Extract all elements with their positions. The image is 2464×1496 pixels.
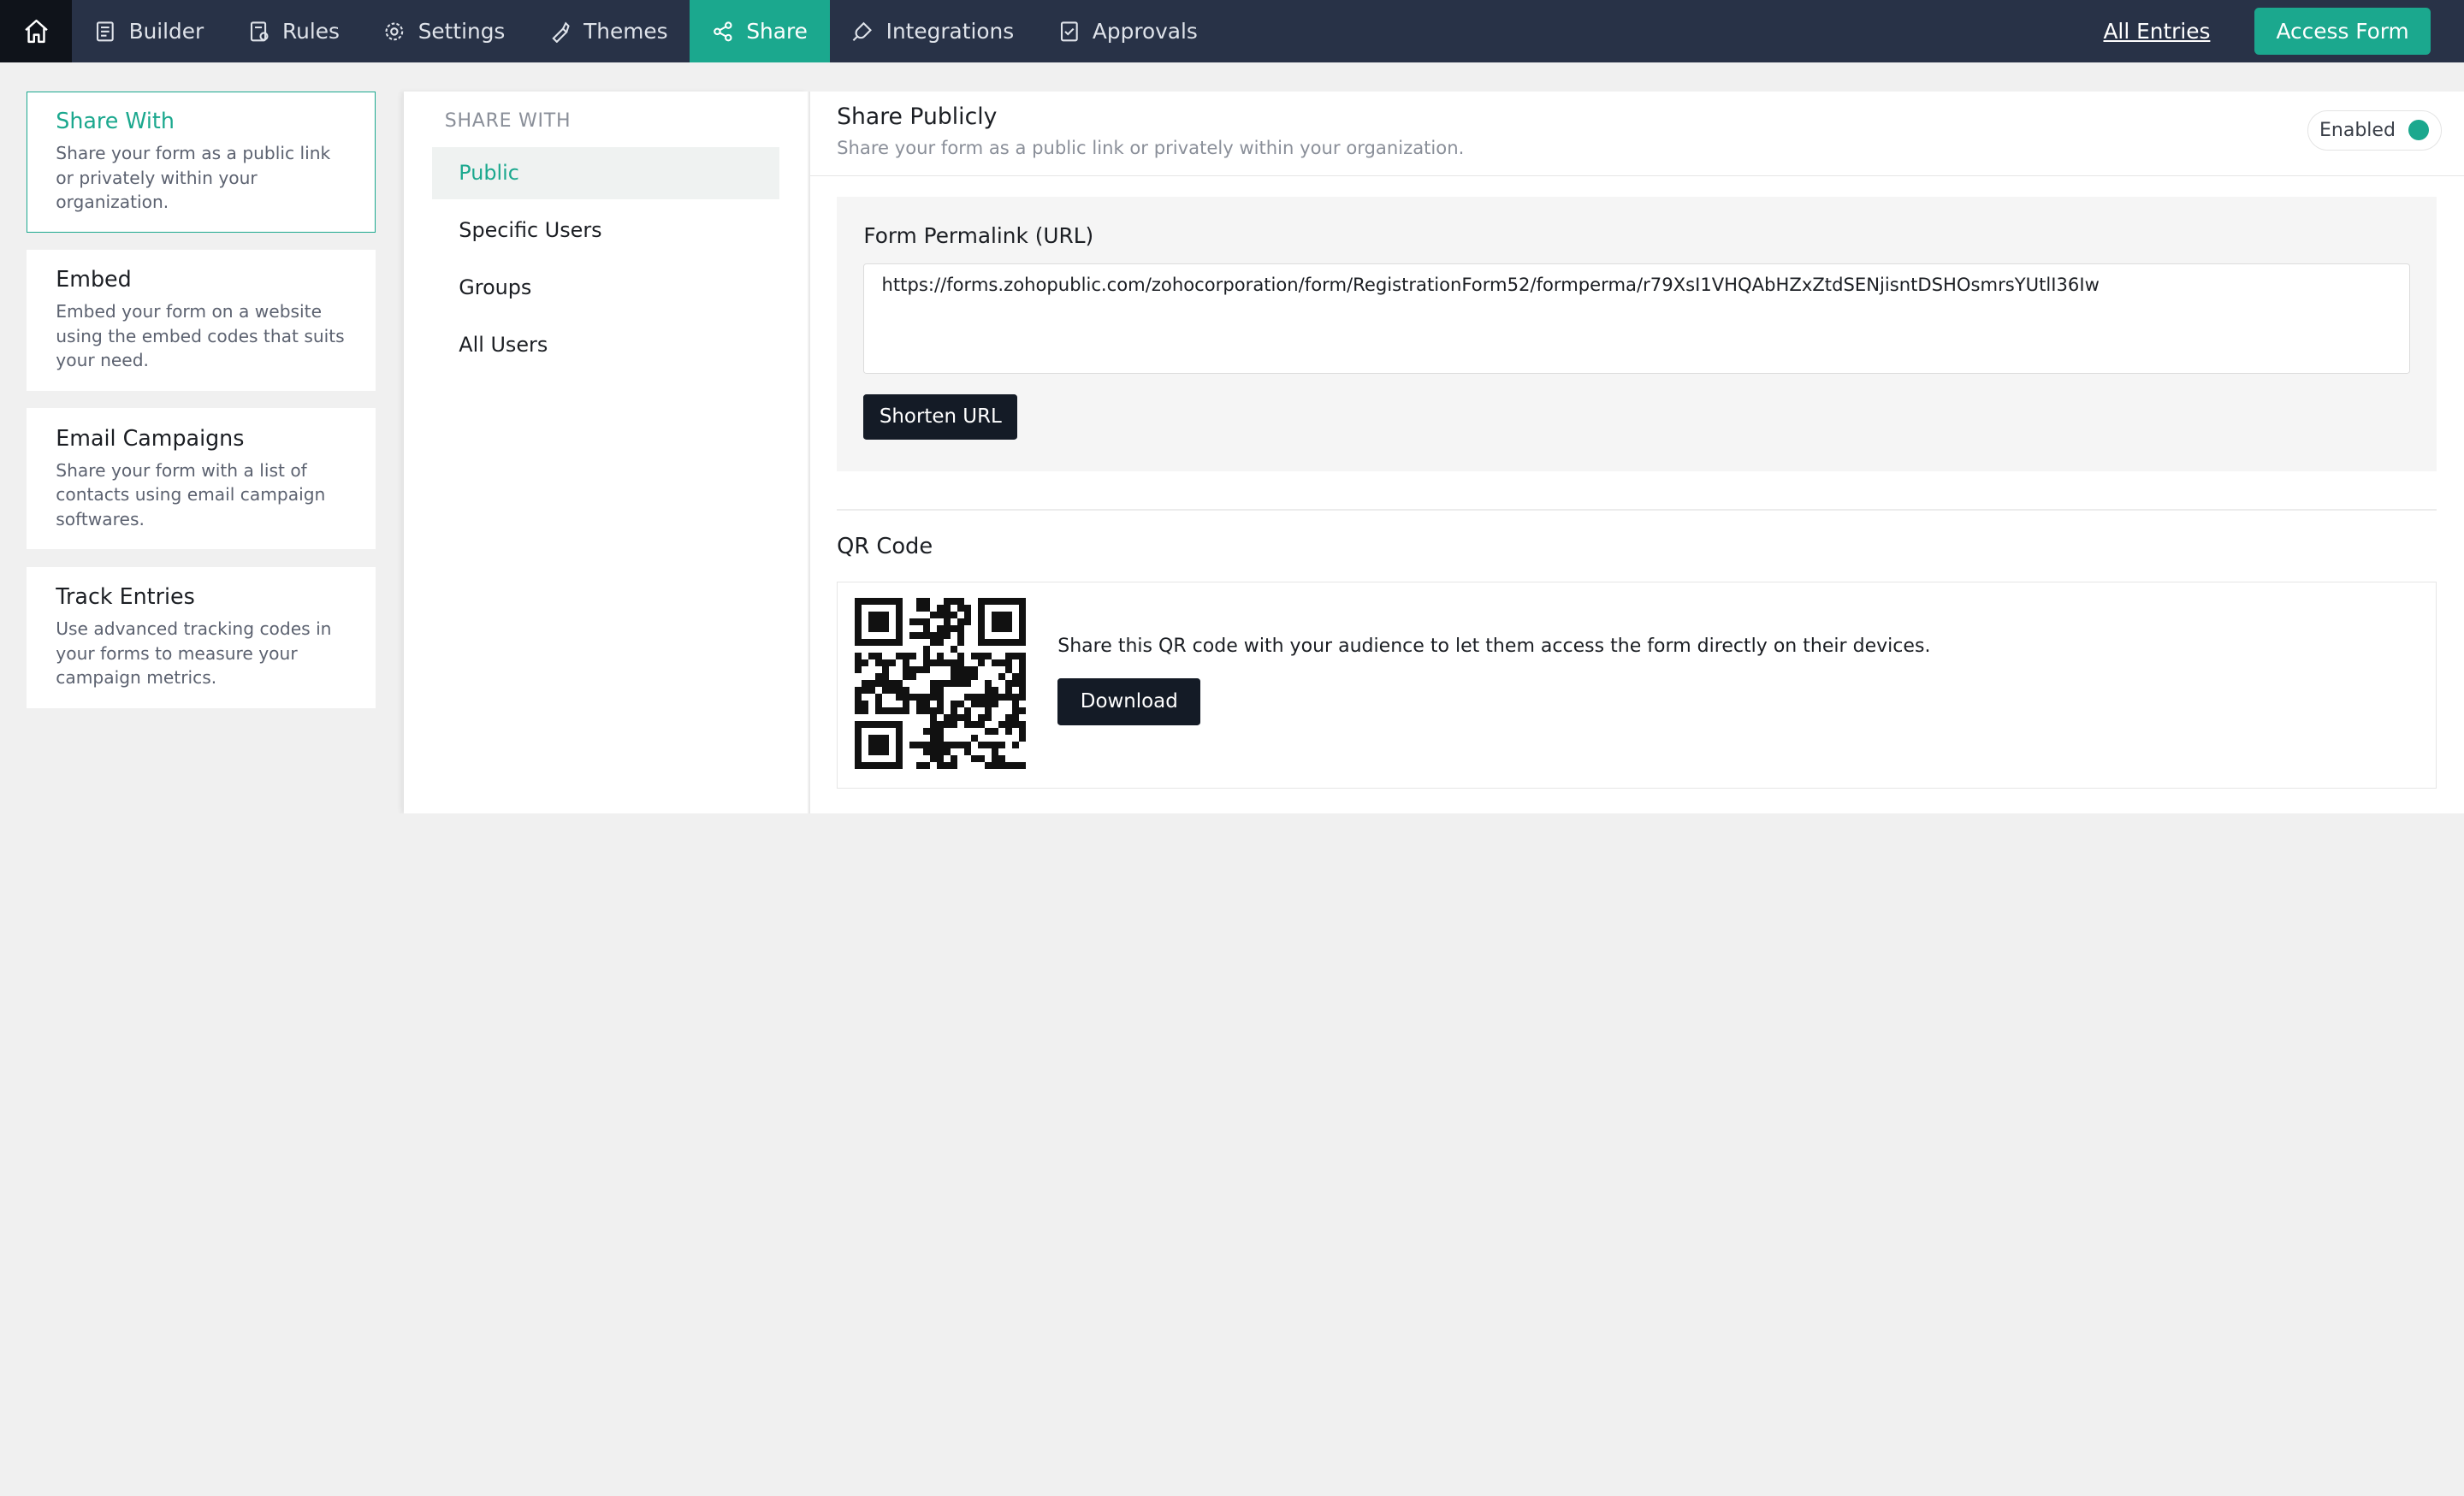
share-with-heading: SHARE WITH — [444, 109, 572, 132]
nav-integrations-label: Integrations — [886, 19, 1015, 44]
nav-themes[interactable]: Themes — [527, 0, 690, 62]
card-title: Email Campaigns — [56, 424, 245, 451]
email-campaigns-card[interactable]: Email Campaigns Share your form with a l… — [27, 408, 376, 550]
builder-icon — [97, 21, 114, 42]
permalink-url-field[interactable]: https://forms.zohopublic.com/zohocorpora… — [863, 263, 2410, 374]
panel-header: Share Publicly Share your form as a publ… — [809, 92, 2464, 176]
qr-code-image — [855, 597, 1027, 770]
share-publicly-panel: Share Publicly Share your form as a publ… — [808, 91, 2464, 814]
app-frame: Builder Rules Settings Themes Share Inte… — [0, 0, 2464, 814]
nav-rules-label: Rules — [282, 19, 340, 44]
toggle-label: Enabled — [2319, 119, 2396, 141]
qr-code-description: Share this QR code with your audience to… — [1057, 636, 1931, 657]
track-entries-card[interactable]: Track Entries Use advanced tracking code… — [27, 566, 376, 708]
nav-share-label: Share — [746, 19, 808, 44]
topbar-actions: All Entries Access Form — [2103, 0, 2463, 62]
brush-icon — [552, 21, 570, 43]
nav-builder[interactable]: Builder — [72, 0, 225, 62]
menu-item-public[interactable]: Public — [432, 146, 780, 199]
section-divider — [837, 509, 2437, 511]
rules-icon — [250, 21, 269, 42]
nav-settings-label: Settings — [418, 19, 506, 44]
panel-subtitle: Share your form as a public link or priv… — [837, 136, 1465, 158]
enabled-toggle[interactable]: Enabled — [2307, 109, 2443, 151]
nav-share[interactable]: Share — [690, 0, 830, 63]
menu-item-groups[interactable]: Groups — [432, 262, 779, 314]
nav-approvals-label: Approvals — [1092, 19, 1198, 44]
permalink-section: Form Permalink (URL) https://forms.zohop… — [837, 196, 2437, 471]
card-description: Share your form as a public link or priv… — [56, 143, 331, 212]
access-form-button[interactable]: Access Form — [2254, 8, 2431, 56]
menu-item-all-users[interactable]: All Users — [432, 319, 779, 371]
nav-approvals[interactable]: Approvals — [1036, 0, 1220, 62]
share-icon — [714, 21, 732, 42]
nav-rules[interactable]: Rules — [226, 0, 362, 62]
panel-title: Share Publicly — [837, 103, 998, 131]
nav-integrations[interactable]: Integrations — [830, 0, 1036, 62]
home-icon — [25, 20, 48, 44]
home-button[interactable] — [0, 0, 73, 63]
gear-icon — [385, 22, 404, 41]
card-title: Share With — [56, 107, 175, 133]
card-description: Share your form with a list of contacts … — [56, 459, 326, 529]
card-title: Track Entries — [56, 582, 195, 609]
nav-themes-label: Themes — [583, 19, 668, 44]
top-navigation-bar: Builder Rules Settings Themes Share Inte… — [0, 0, 2464, 63]
qr-code-section: Share this QR code with your audience to… — [837, 581, 2437, 789]
share-options-sidebar: Share With Share your form as a public l… — [27, 91, 376, 725]
share-with-card[interactable]: Share With Share your form as a public l… — [27, 91, 376, 233]
menu-item-specific-users[interactable]: Specific Users — [432, 204, 779, 257]
approvals-icon — [1060, 21, 1078, 42]
embed-card[interactable]: Embed Embed your form on a website using… — [27, 249, 376, 391]
download-qr-button[interactable]: Download — [1057, 677, 1201, 725]
card-title: Embed — [56, 266, 132, 293]
permalink-label: Form Permalink (URL) — [863, 222, 1094, 248]
qr-code-title: QR Code — [837, 534, 933, 560]
card-description: Use advanced tracking codes in your form… — [56, 618, 332, 689]
nav-builder-label: Builder — [128, 19, 204, 44]
all-entries-link[interactable]: All Entries — [2103, 19, 2210, 44]
plug-icon — [852, 21, 873, 41]
shorten-url-button[interactable]: Shorten URL — [863, 393, 1018, 440]
card-description: Embed your form on a website using the e… — [56, 301, 345, 371]
toggle-on-indicator — [2408, 120, 2429, 141]
share-with-menu: SHARE WITH Public Specific Users Groups … — [404, 91, 808, 814]
nav-settings[interactable]: Settings — [362, 0, 527, 62]
